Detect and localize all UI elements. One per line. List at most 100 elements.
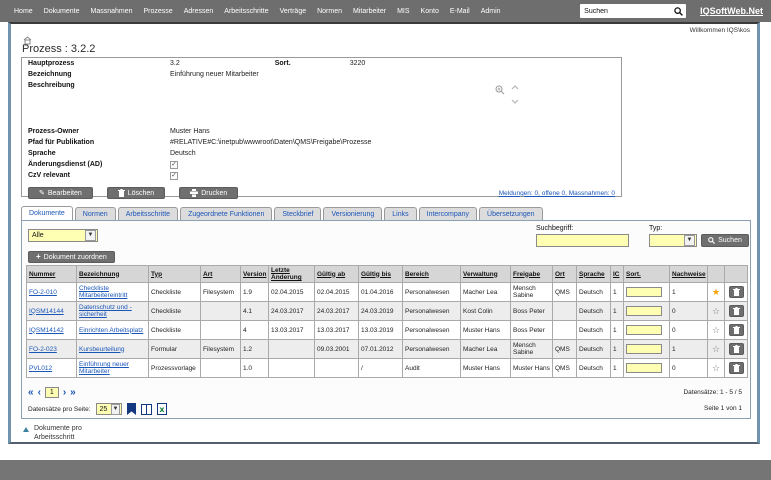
column-sort-link[interactable]: Sprache [579,271,605,278]
typ-select[interactable]: ▼ [649,234,697,247]
nummer-link[interactable]: FO-2-010 [29,289,57,296]
tab-intercompany[interactable]: Intercompany [418,207,478,220]
nav-item-vertr-ge[interactable]: Verträge [280,8,306,15]
column-sort-link[interactable]: Gültig bis [361,271,391,278]
nav-item-adressen[interactable]: Adressen [184,8,214,15]
next-page-button[interactable]: › [63,387,66,398]
star-outline-icon[interactable]: ☆ [712,363,720,373]
column-sort-link[interactable]: Freigabe [513,271,540,278]
star-outline-icon[interactable]: ☆ [712,325,720,335]
column-sort-link[interactable]: Gültig ab [317,271,345,278]
scroll-up-icon[interactable] [511,85,519,90]
tab-normen[interactable]: Normen [74,207,116,220]
cell-nachweise: 0 [669,358,708,378]
star-outline-icon[interactable]: ☆ [712,306,720,316]
tab-links[interactable]: Links [384,207,417,220]
bezeichnung-link[interactable]: Datenschutz und -sicherheit [79,304,132,318]
tab-versionierung[interactable]: Versionierung [323,207,383,220]
delete-row-button[interactable] [728,305,744,317]
suchen-button[interactable]: Suchen [701,234,749,247]
column-sort-link[interactable]: Ort [555,271,565,278]
column-sort-link[interactable]: Typ [151,271,162,278]
nav-item-mitarbeiter[interactable]: Mitarbeiter [353,8,386,15]
column-sort-link[interactable]: Art [203,271,212,278]
tab-dokumente[interactable]: Dokumente [21,206,73,220]
tab--bersetzungen[interactable]: Übersetzungen [479,207,543,220]
meldungen-link[interactable]: Meldungen: 0, offene 0, Massnahmen: 0 [499,190,615,197]
nav-item-konto[interactable]: Konto [421,8,439,15]
delete-row-button[interactable] [728,324,744,336]
search-input[interactable] [584,7,675,15]
cell-nachweise: 1 [669,339,708,359]
nav-item-massnahmen[interactable]: Massnahmen [90,8,132,15]
star-filled-icon[interactable]: ★ [712,287,720,297]
cell-verwaltung: Macher Lea [460,339,511,359]
cell-freigabe: Boss Peter [510,301,553,321]
delete-row-button[interactable] [728,362,744,374]
current-page-indicator[interactable]: 1 [44,387,59,398]
cell-version: 4.1 [240,301,269,321]
cell-ic: 1 [610,320,624,340]
delete-button[interactable]: Löschen [106,187,166,199]
cell-bereich: Personalwesen [402,339,461,359]
tab-zugeordnete-funktionen[interactable]: Zugeordnete Funktionen [180,207,273,220]
column-sort-link[interactable]: IC [613,271,620,278]
search-icon[interactable] [674,6,684,16]
edit-button[interactable]: ✎ Bearbeiten [28,187,93,199]
nav-item-arbeitsschritte[interactable]: Arbeitsschritte [224,8,268,15]
delete-row-button[interactable] [728,286,744,298]
excel-export-icon[interactable]: x [156,403,167,415]
cell-version: 1.0 [240,358,269,378]
sort-input[interactable] [626,344,662,354]
nav-item-normen[interactable]: Normen [317,8,342,15]
tab-steckbrief[interactable]: Steckbrief [274,207,322,220]
bezeichnung-link[interactable]: Einführung neuer Mitarbeiter [79,361,129,375]
columns-icon[interactable] [140,403,152,415]
delete-row-button[interactable] [728,343,744,355]
tab-arbeitsschritte[interactable]: Arbeitsschritte [117,207,179,220]
column-sort-link[interactable]: Bereich [405,271,429,278]
nummer-link[interactable]: FO-2-023 [29,346,57,353]
last-page-button[interactable]: » [70,387,76,398]
column-sort-link[interactable]: Version [243,271,266,278]
cell-bezeichnung: Checkliste Mitarbeitereintritt [76,282,149,302]
prev-page-button[interactable]: ‹ [38,387,41,398]
column-sort-link[interactable]: Letzte Änderung [271,267,302,281]
column-header: Sort. [623,265,670,283]
nav-item-admin[interactable]: Admin [481,8,501,15]
nav-item-home[interactable]: Home [14,8,33,15]
nav-item-dokumente[interactable]: Dokumente [44,8,80,15]
nav-item-mis[interactable]: MIS [397,8,409,15]
bezeichnung-link[interactable]: Checkliste Mitarbeitereintritt [79,285,127,299]
scroll-down-icon[interactable] [511,99,519,104]
column-sort-link[interactable]: Nachweise [672,271,706,278]
section-dokumente-pro-arbeitsschritt[interactable]: Dokumente pro Arbeitsschritt [23,424,104,442]
nummer-link[interactable]: IQSM14144 [29,308,64,315]
suchbegriff-input[interactable] [536,234,629,247]
sort-input[interactable] [626,287,662,297]
sort-input[interactable] [626,306,662,316]
nummer-link[interactable]: PVL012 [29,365,52,372]
print-button[interactable]: Drucken [179,187,239,199]
bezeichnung-link[interactable]: Kursbeurteilung [79,346,125,353]
first-page-button[interactable]: « [28,387,34,398]
bezeichnung-link[interactable]: Einrichten Arbeitsplatz [79,327,143,334]
per-page-select[interactable]: 25 ▼ [95,403,122,415]
sort-input[interactable] [626,363,662,373]
nummer-link[interactable]: IQSM14142 [29,327,64,334]
column-sort-link[interactable]: Sort. [626,271,641,278]
table-row: PVL012 Einführung neuer Mitarbeiter Prozes… [26,358,748,378]
filter-alle-select[interactable]: Alle ▼ [28,229,98,242]
zoom-icon[interactable] [495,85,505,95]
sort-input[interactable] [626,325,662,335]
nav-item-prozesse[interactable]: Prozesse [144,8,173,15]
column-sort-link[interactable]: Verwaltung [463,271,498,278]
add-document-button[interactable]: + Dokument zuordnen [28,251,115,263]
star-outline-icon[interactable]: ☆ [712,344,720,354]
column-sort-link[interactable]: Nummer [29,271,55,278]
brand-logo[interactable]: IQSoftWeb.Net [700,6,763,16]
column-sort-link[interactable]: Bezeichnung [79,271,119,278]
bookmark-icon[interactable] [126,403,136,415]
nav-item-e-mail[interactable]: E-Mail [450,8,470,15]
cell-gueltig_bis: 13.03.2019 [358,320,403,340]
